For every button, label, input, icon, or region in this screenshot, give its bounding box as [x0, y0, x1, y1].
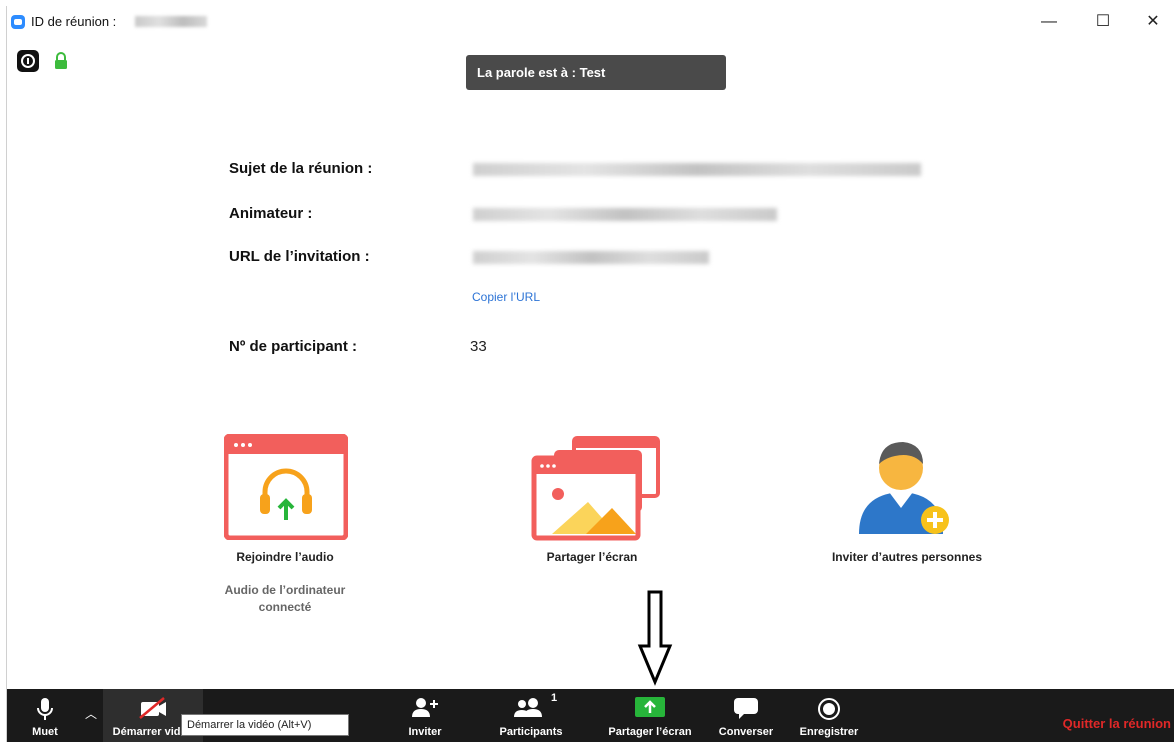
- chat-button[interactable]: Converser: [711, 689, 781, 742]
- invite-person-icon: [859, 442, 949, 534]
- record-icon: [818, 698, 840, 720]
- mute-button[interactable]: Muet: [15, 689, 75, 742]
- invite-button[interactable]: Inviter: [395, 689, 455, 742]
- share-screen-tile[interactable]: Partager l’écran: [522, 434, 662, 574]
- participant-id-value: 33: [470, 338, 487, 355]
- meeting-id-value-blurred: [135, 16, 207, 27]
- join-audio-sublabel-line-2: connecté: [258, 600, 312, 614]
- participants-button[interactable]: Participants: [491, 689, 571, 742]
- share-screen-icon: [531, 436, 660, 541]
- copy-url-link[interactable]: Copier l’URL: [472, 290, 540, 304]
- add-person-icon: [412, 698, 438, 717]
- host-value-blurred: [473, 208, 777, 221]
- annotation-down-arrow-icon: [637, 590, 673, 686]
- active-speaker-banner: La parole est à : Test: [466, 55, 726, 90]
- invite-url-value-blurred: [473, 251, 709, 264]
- invite-label: Inviter: [408, 726, 442, 738]
- zoom-meeting-window: ID de réunion : — ☐ ✕ La parole est à : …: [6, 6, 1174, 742]
- host-label: Animateur :: [229, 205, 313, 222]
- zoom-app-icon: [11, 15, 25, 29]
- participants-count-badge: 1: [551, 692, 558, 704]
- join-audio-icon: [224, 434, 348, 540]
- invite-others-label: Inviter d’autres personnes: [831, 550, 983, 564]
- video-off-icon: [139, 697, 166, 719]
- share-screen-button[interactable]: Partager l’écran: [597, 689, 703, 742]
- share-screen-button-label: Partager l’écran: [608, 726, 692, 738]
- title-bar: ID de réunion : — ☐ ✕: [7, 6, 1174, 38]
- topic-value-blurred: [473, 163, 921, 176]
- chat-label: Converser: [718, 726, 774, 738]
- start-video-tooltip: Démarrer la vidéo (Alt+V): [181, 714, 349, 736]
- quit-meeting-button[interactable]: Quitter la réunion: [1063, 716, 1171, 731]
- chat-bubble-icon: [734, 698, 758, 719]
- maximize-button[interactable]: ☐: [1085, 10, 1121, 34]
- share-screen-label: Partager l’écran: [546, 550, 638, 564]
- join-audio-sublabel-line-1: Audio de l’ordinateur: [224, 583, 346, 597]
- audio-options-chevron-icon[interactable]: ︿: [85, 705, 97, 722]
- mute-label: Muet: [32, 726, 58, 738]
- close-button[interactable]: ✕: [1135, 10, 1171, 34]
- record-label: Enregistrer: [799, 726, 859, 738]
- participant-id-label: Nº de participant :: [229, 338, 357, 355]
- join-audio-sublabel: Audio de l’ordinateur connecté: [219, 582, 351, 616]
- invite-url-label: URL de l’invitation :: [229, 248, 370, 265]
- lock-icon[interactable]: [53, 52, 69, 70]
- minimize-button[interactable]: —: [1031, 10, 1067, 34]
- meeting-id-label: ID de réunion :: [31, 14, 117, 29]
- participants-icon: [514, 698, 542, 717]
- share-screen-arrow-icon: [635, 697, 665, 717]
- topic-label: Sujet de la réunion :: [229, 160, 373, 177]
- join-audio-tile[interactable]: Rejoindre l’audio Audio de l’ordinateur …: [219, 434, 351, 614]
- invite-others-tile[interactable]: Inviter d’autres personnes: [817, 430, 997, 570]
- participants-label: Participants: [499, 726, 563, 738]
- join-audio-label: Rejoindre l’audio: [236, 550, 334, 564]
- info-icon[interactable]: [17, 50, 39, 72]
- microphone-icon: [37, 698, 53, 720]
- record-button[interactable]: Enregistrer: [791, 689, 867, 742]
